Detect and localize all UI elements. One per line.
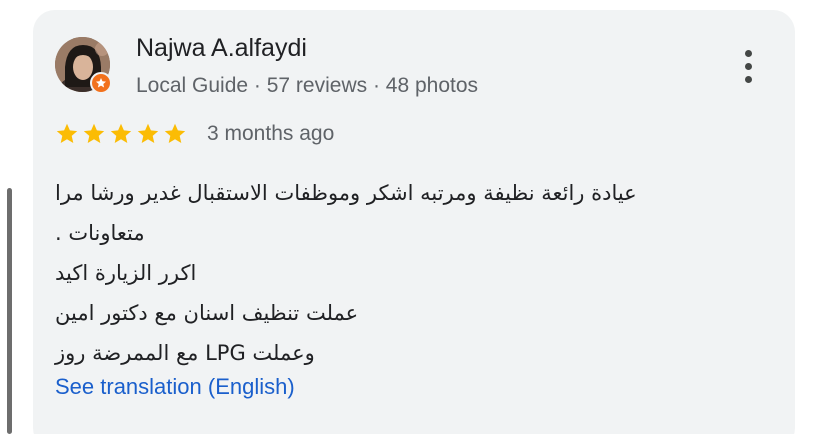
review-time: 3 months ago	[207, 122, 335, 145]
more-vertical-icon-dot	[744, 75, 752, 83]
star-icon	[83, 123, 105, 143]
page: Najwa A.alfaydi Local Guide · 57 reviews…	[0, 0, 828, 434]
star-icon	[164, 123, 186, 143]
review-text: عيادة رائعة نظيفة ومرتبه اشكر وموظفات ال…	[55, 173, 715, 373]
more-vertical-icon	[744, 49, 752, 57]
review-text-line: متعاونات .	[55, 221, 145, 245]
review-text-line: عيادة رائعة نظيفة ومرتبه اشكر وموظفات ال…	[55, 181, 637, 205]
review-card: Najwa A.alfaydi Local Guide · 57 reviews…	[33, 10, 795, 434]
review-text-line: عملت تنظيف اسنان مع دكتور امين	[55, 301, 359, 325]
scrollbar[interactable]	[7, 188, 12, 434]
see-translation-link[interactable]: See translation (English)	[55, 374, 295, 400]
more-options-button[interactable]	[733, 46, 763, 86]
star-icon	[110, 123, 132, 143]
author-meta: Local Guide · 57 reviews · 48 photos	[136, 74, 479, 97]
more-vertical-icon-dot	[744, 62, 752, 70]
local-guide-star-icon	[90, 72, 112, 94]
review-text-line: اكرر الزيارة اكيد	[55, 261, 197, 285]
star-icon	[137, 123, 159, 143]
author-name[interactable]: Najwa A.alfaydi	[136, 34, 307, 63]
star-icon	[56, 123, 78, 143]
review-text-line: وعملت LPG مع الممرضة روز	[55, 341, 315, 365]
star-rating	[55, 122, 187, 146]
